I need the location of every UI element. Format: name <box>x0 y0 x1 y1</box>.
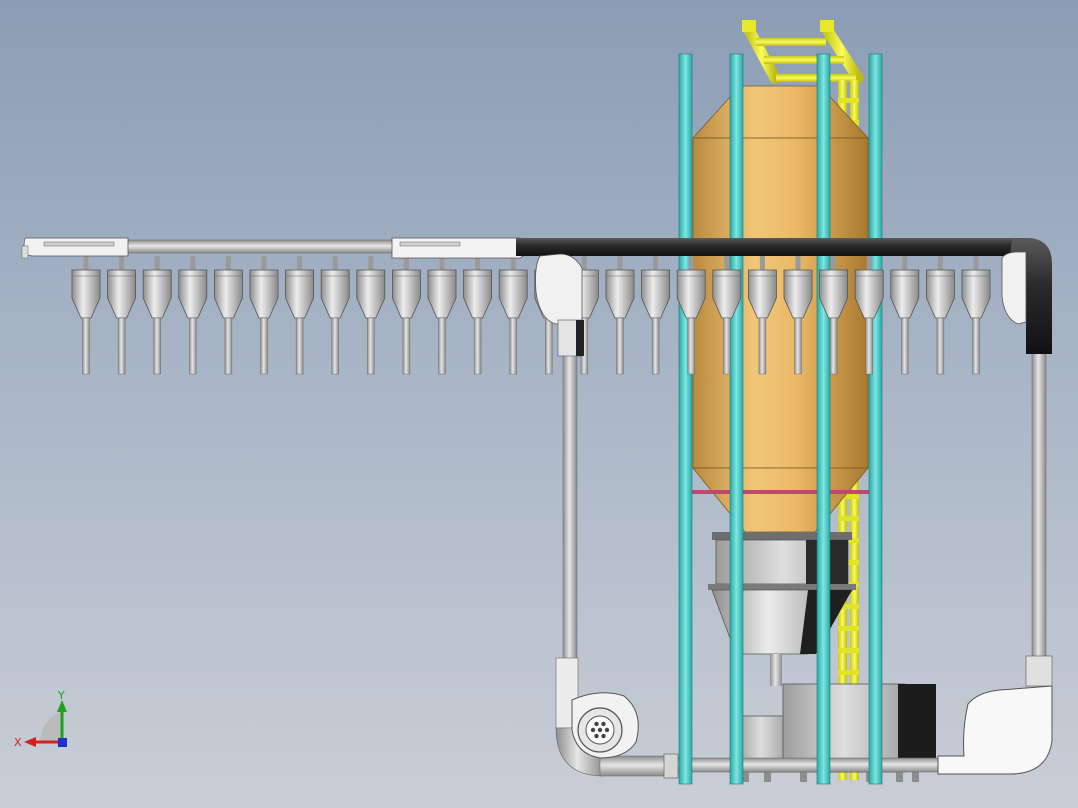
ladder-rung <box>838 626 859 631</box>
cyclone[interactable] <box>926 256 955 375</box>
cad-viewport[interactable]: Y X <box>0 0 1078 808</box>
x-axis-label: X <box>14 736 22 749</box>
bolt-icon <box>590 727 596 733</box>
cyclone[interactable] <box>107 256 136 375</box>
cyclone[interactable] <box>427 256 457 375</box>
left-blower[interactable] <box>571 692 639 759</box>
coordinate-triad: Y X <box>14 689 67 749</box>
right-riser[interactable] <box>937 299 1053 775</box>
ladder-rung <box>838 516 859 521</box>
bolt-icon <box>594 733 599 739</box>
cyclone[interactable] <box>71 256 101 375</box>
hub-icon <box>597 727 603 733</box>
cyclone[interactable] <box>285 256 314 375</box>
cyclone[interactable] <box>178 256 208 375</box>
ladder-rung <box>838 98 859 103</box>
bolt-icon <box>604 727 610 733</box>
cyclone[interactable] <box>249 256 279 375</box>
cyclone[interactable] <box>961 256 991 375</box>
cyclone[interactable] <box>498 256 528 375</box>
cyclone[interactable] <box>463 256 492 375</box>
bolt-icon <box>601 721 606 727</box>
cyclone[interactable] <box>605 256 635 375</box>
bolt-icon <box>601 733 606 739</box>
right-blower[interactable] <box>937 685 1053 775</box>
bolt-icon <box>594 721 599 727</box>
cyclone[interactable] <box>356 256 386 375</box>
cyclone[interactable] <box>214 256 243 375</box>
assembly-scene: Y X <box>14 20 1053 785</box>
cyclone[interactable] <box>392 256 421 375</box>
ladder-rung <box>838 648 859 653</box>
y-axis-label: Y <box>57 689 65 702</box>
flange <box>690 490 880 494</box>
cyclone[interactable] <box>142 256 172 375</box>
cyclone[interactable] <box>320 256 350 375</box>
cyclone[interactable] <box>641 256 670 375</box>
ladder-rung <box>838 670 859 675</box>
cyclone[interactable] <box>890 256 920 375</box>
